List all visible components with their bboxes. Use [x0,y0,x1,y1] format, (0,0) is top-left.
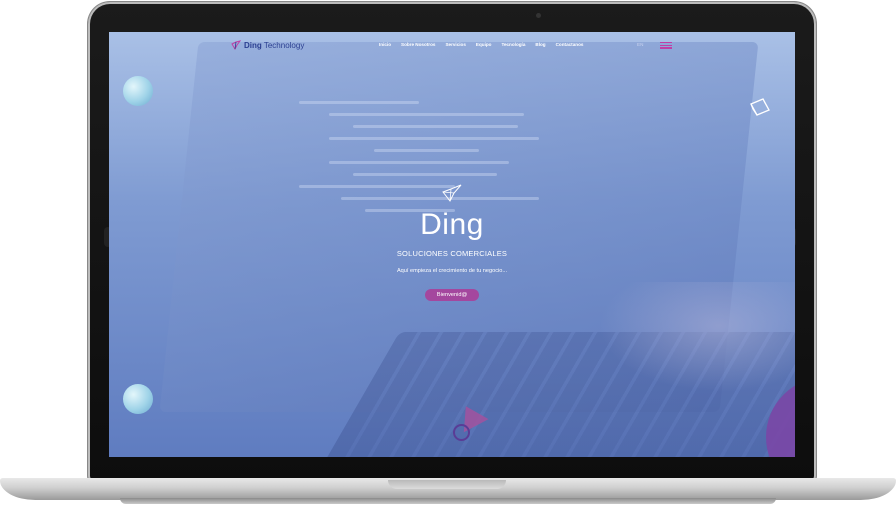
crane-hero-icon [442,184,462,202]
decor-bubble-bottom [123,384,153,414]
hero-title: Ding [420,208,484,241]
hero-section: Ding SOLUCIONES COMERCIALES Aquí empieza… [109,184,795,301]
nav-links: Inicio Sobre Nosotros Servicios Equipo T… [379,42,583,47]
nav-link-contactanos[interactable]: Contactanos [556,42,584,47]
nav-link-equipo[interactable]: Equipo [476,42,492,47]
top-navbar: Ding Technology Inicio Sobre Nosotros Se… [109,32,795,60]
brand-name: Ding Technology [244,40,305,50]
language-switch[interactable]: EN [637,42,643,47]
cube-icon [750,98,770,116]
hero-tagline: Aquí empieza el crecimiento de tu negoci… [396,268,508,274]
screen: Ding Technology Inicio Sobre Nosotros Se… [109,32,795,457]
camera [536,13,541,18]
welcome-button[interactable]: Bienvenid@ [424,289,480,301]
nav-link-blog[interactable]: Blog [535,42,545,47]
nav-link-inicio[interactable]: Inicio [379,42,391,47]
nav-link-servicios[interactable]: Servicios [445,42,465,47]
laptop-notch [388,480,506,489]
crane-logo-icon [231,40,241,50]
decor-bubble-top [123,76,153,106]
laptop-foot [120,498,776,504]
hero-subtitle: SOLUCIONES COMERCIALES [396,249,508,258]
decor-ring [453,424,470,441]
nav-link-tecnologia[interactable]: Tecnología [501,42,525,47]
menu-icon[interactable] [660,42,672,49]
brand-logo[interactable]: Ding Technology [231,40,304,50]
nav-link-sobre-nosotros[interactable]: Sobre Nosotros [401,42,435,47]
